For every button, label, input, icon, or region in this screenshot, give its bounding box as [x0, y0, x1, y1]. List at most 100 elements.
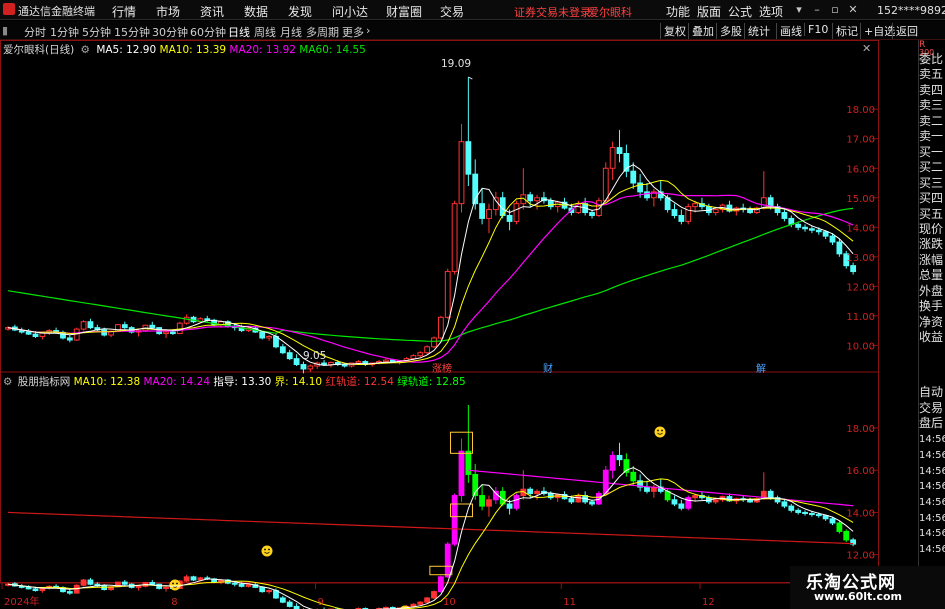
- indicator-gear-icon[interactable]: ⚙: [3, 376, 12, 388]
- candle-body: [802, 226, 808, 230]
- ma20-line: [7, 192, 854, 363]
- toolbar-f10[interactable]: F10: [804, 23, 831, 36]
- main-legend: 爱尔眼科(日线) ⚙ MA5: 12.90 MA10: 13.39 MA20: …: [3, 42, 366, 57]
- close-pane-icon[interactable]: ✕: [862, 42, 871, 55]
- indicator-title[interactable]: 股朋指标网: [18, 376, 71, 388]
- menu-function[interactable]: 功能: [666, 3, 690, 20]
- menu-layout[interactable]: 版面: [697, 3, 721, 20]
- trade-label-5: 14:56: [919, 465, 945, 477]
- menu-item-data[interactable]: 数据: [244, 3, 268, 20]
- ind-candle-body: [156, 583, 163, 589]
- period-15min[interactable]: 15分钟: [114, 24, 150, 40]
- candle-body: [18, 330, 25, 333]
- main-y-label-3: 15.00: [846, 194, 875, 205]
- candle-body: [712, 209, 719, 214]
- ind-candle-body: [80, 579, 87, 586]
- menu-item-wealth[interactable]: 财富圈: [386, 3, 422, 20]
- toolbar-draw[interactable]: 画线: [776, 23, 805, 39]
- menu-item-discover[interactable]: 发现: [288, 3, 312, 20]
- window-menu-icon[interactable]: ▾: [792, 3, 806, 16]
- toolbar-adjust[interactable]: 复权: [660, 23, 689, 39]
- menu-item-news[interactable]: 资讯: [200, 3, 224, 20]
- toolbar-multistock[interactable]: 多股: [716, 23, 745, 39]
- login-warning[interactable]: 证券交易未登录: [514, 4, 591, 20]
- main-ma-lines: [7, 164, 854, 366]
- minimize-icon[interactable]: –: [810, 3, 824, 16]
- main-chart-title[interactable]: 爱尔眼科(日线): [3, 44, 74, 56]
- candle-body: [300, 364, 307, 370]
- ma60-line: [7, 207, 854, 342]
- ind-candle-body: [424, 597, 431, 603]
- ind-candle-body: [767, 490, 774, 499]
- more-chevron-icon[interactable]: ›: [366, 24, 370, 37]
- trade-label-10: 14:56: [919, 544, 945, 555]
- toolbar-stats[interactable]: 统计: [744, 23, 773, 39]
- ind-candle-body: [575, 495, 582, 503]
- quote-label-4: 卖二: [919, 113, 944, 128]
- toolbar-overlay[interactable]: 叠加: [688, 23, 717, 39]
- main-y-label-5: 13.00: [846, 253, 875, 264]
- candle-body: [410, 355, 417, 360]
- period-1min[interactable]: 1分钟: [50, 24, 79, 40]
- menu-options[interactable]: 选项: [759, 3, 783, 20]
- menu-item-ask[interactable]: 问小达: [332, 3, 368, 20]
- period-30min[interactable]: 30分钟: [152, 24, 188, 40]
- candle-body: [644, 191, 650, 199]
- candle-body: [355, 361, 362, 364]
- menu-item-trade[interactable]: 交易: [440, 3, 464, 20]
- period-weekly[interactable]: 周线: [254, 24, 276, 40]
- period-60min[interactable]: 60分钟: [190, 24, 226, 40]
- candle-body: [492, 197, 499, 211]
- period-timeshare[interactable]: 分时: [24, 24, 46, 40]
- restore-icon[interactable]: ▫: [828, 3, 842, 16]
- candle-body: [266, 335, 273, 339]
- high-pointer: [468, 76, 473, 80]
- candle-body: [183, 316, 190, 324]
- ind-candle-body: [266, 590, 273, 593]
- candle-body: [850, 265, 857, 273]
- main-candles: [5, 76, 857, 374]
- quote-label-15: 外盘: [919, 283, 944, 298]
- quote-label-3: 卖三: [919, 98, 944, 113]
- ind-candle-body: [781, 501, 788, 507]
- candle-body: [685, 206, 692, 222]
- quote-label-9: 买四: [919, 191, 944, 206]
- menu-item-exchange[interactable]: 市场: [156, 3, 180, 20]
- ind-candle-body: [644, 486, 650, 492]
- ind-candle-body: [121, 581, 128, 585]
- menu-formula[interactable]: 公式: [728, 3, 752, 20]
- quote-label-11: 现价: [919, 221, 944, 236]
- ind-y-label-3: 12.00: [846, 551, 875, 562]
- toolbar-mark[interactable]: 标记: [832, 23, 861, 39]
- stock-name-menu[interactable]: 爱尔眼科: [588, 4, 632, 20]
- period-multi[interactable]: 多周期: [306, 24, 339, 40]
- ind-candle-body: [458, 450, 465, 497]
- quote-label-0: 委比: [919, 52, 944, 66]
- period-5min[interactable]: 5分钟: [82, 24, 111, 40]
- account-number[interactable]: 152****9892: [877, 4, 945, 17]
- period-more[interactable]: 更多: [342, 24, 364, 40]
- ind-candle-body: [66, 591, 73, 594]
- period-monthly[interactable]: 月线: [280, 24, 302, 40]
- ind-candle-body: [568, 498, 575, 503]
- date-label-0: 2024年: [4, 595, 39, 608]
- marker-top-list[interactable]: 涨榜: [432, 360, 452, 375]
- close-icon[interactable]: ✕: [846, 3, 860, 16]
- settings-gear-icon[interactable]: ⚙: [81, 44, 90, 56]
- candle-body: [424, 346, 431, 354]
- ind-candle-body: [712, 499, 719, 503]
- period-daily[interactable]: 日线: [228, 24, 250, 40]
- ind-candle-body: [382, 606, 389, 609]
- marker-finance[interactable]: 财: [543, 360, 553, 375]
- toolbar-back[interactable]: 返回: [892, 23, 921, 39]
- candle-body: [163, 331, 169, 335]
- ind-candle-body: [279, 597, 286, 603]
- trade-label-8: 14:56: [919, 512, 945, 524]
- menu-item-market[interactable]: 行情: [112, 3, 136, 20]
- chart-area[interactable]: 18.00 17.00 16.00 15.00 14.00 13.00 12.00 11.00…: [0, 40, 945, 609]
- marker-unlock[interactable]: 解: [756, 360, 766, 375]
- date-label-3: 10: [443, 597, 456, 608]
- candle-body: [595, 200, 602, 216]
- toolbar-collapse-icon[interactable]: ▮: [2, 24, 8, 37]
- quote-label-13: 涨幅: [919, 252, 944, 267]
